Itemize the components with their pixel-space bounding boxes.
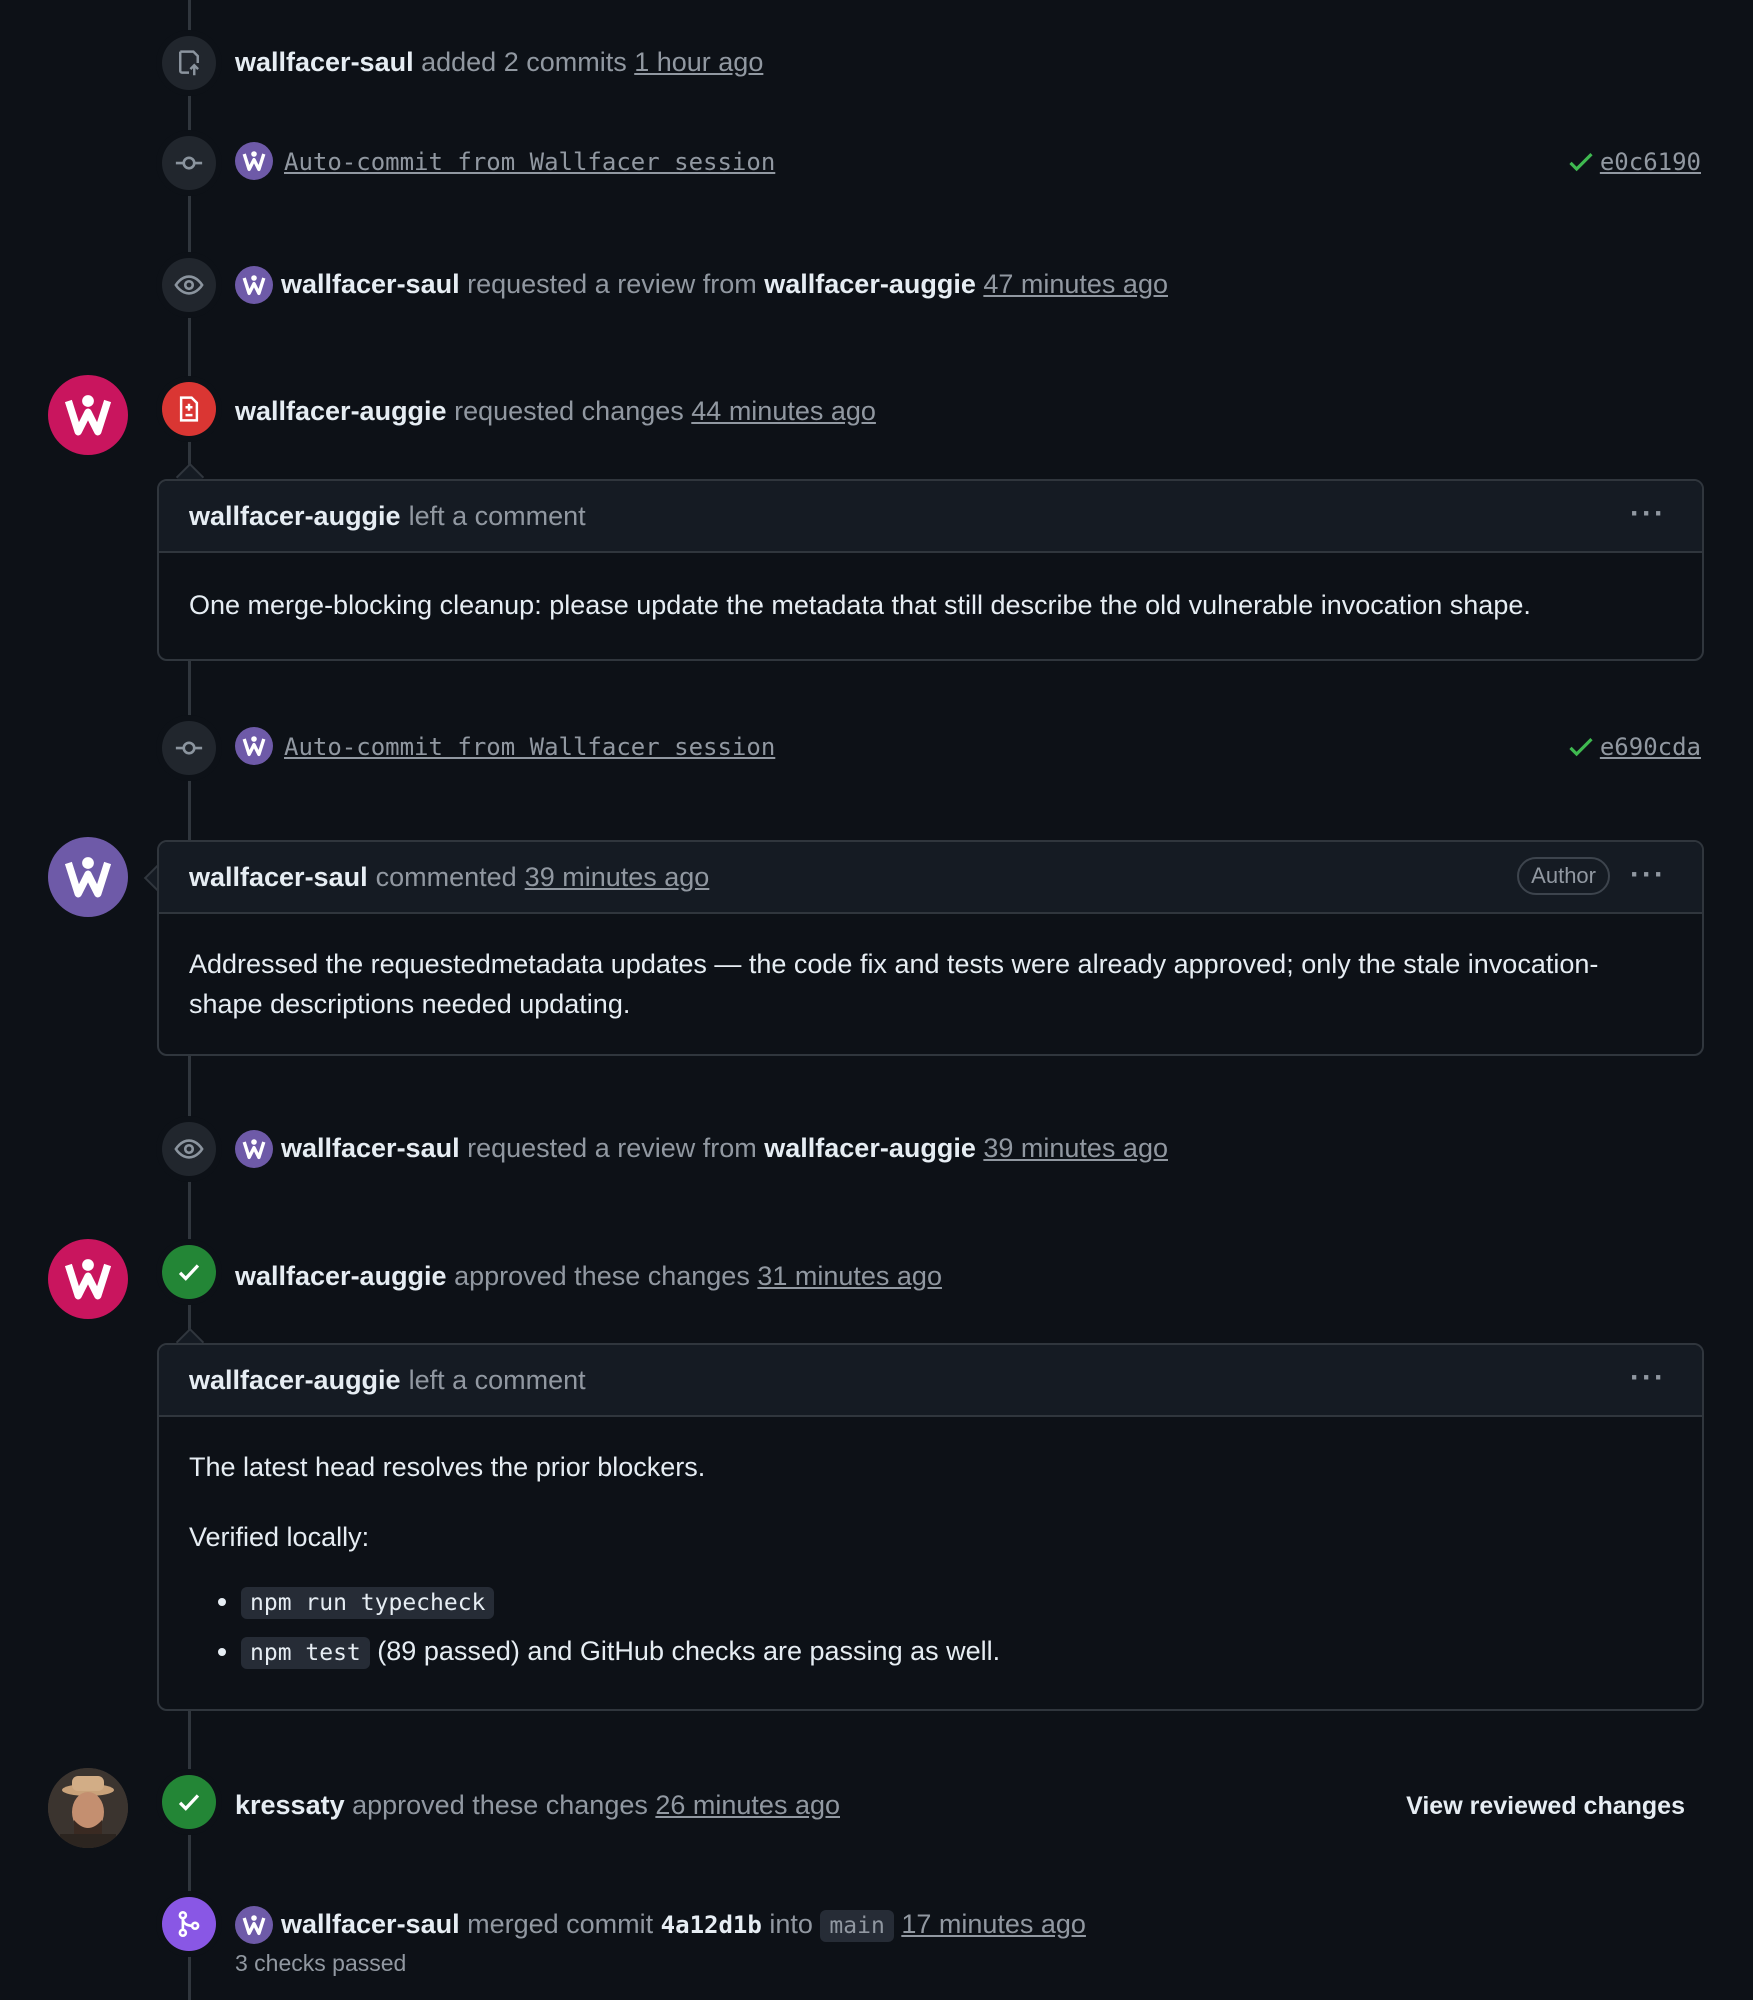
eye-icon	[162, 1122, 216, 1176]
check-icon	[162, 1245, 216, 1299]
code-snippet: npm test	[241, 1637, 370, 1669]
wallfacer-logo-icon	[242, 151, 266, 172]
avatar[interactable]	[48, 837, 128, 917]
wallfacer-logo-icon	[64, 1259, 112, 1300]
check-icon	[162, 1775, 216, 1829]
verification-list: npm run typecheck npm test (89 passed) a…	[189, 1581, 1672, 1673]
code-snippet: npm run typecheck	[241, 1587, 495, 1619]
user-link[interactable]: wallfacer-saul	[189, 862, 368, 893]
kebab-icon[interactable]: ···	[1630, 497, 1666, 531]
timestamp-link[interactable]: 17 minutes ago	[901, 1909, 1086, 1939]
user-link[interactable]: kressaty	[235, 1790, 345, 1820]
changes-requested-event: wallfacer-auggie requested changes 44 mi…	[235, 396, 876, 426]
user-link[interactable]: wallfacer-saul	[235, 47, 414, 77]
comment-body: The latest head resolves the prior block…	[159, 1417, 1702, 1709]
avatar[interactable]	[48, 1768, 128, 1848]
check-icon	[1569, 153, 1593, 172]
user-link[interactable]: wallfacer-saul	[281, 1909, 460, 1939]
merge-commit-sha[interactable]: 4a12d1b	[661, 1911, 762, 1939]
timestamp-link[interactable]: 44 minutes ago	[691, 396, 876, 426]
commit-message-link[interactable]: Auto-commit from Wallfacer session	[284, 728, 775, 766]
comment-header: wallfacer-saul commented 39 minutes ago …	[159, 842, 1702, 914]
comment-header: wallfacer-auggie left a comment ···	[159, 481, 1702, 553]
timestamp-link[interactable]: 39 minutes ago	[983, 1133, 1168, 1163]
comment-body: One merge-blocking cleanup: please updat…	[189, 590, 1531, 620]
merge-icon	[162, 1897, 216, 1951]
review-request-event: wallfacer-saul requested a review from w…	[281, 1133, 1168, 1163]
timestamp-link[interactable]: 31 minutes ago	[757, 1261, 942, 1291]
avatar[interactable]	[235, 142, 273, 180]
wallfacer-logo-icon	[242, 1139, 266, 1160]
push-icon	[162, 36, 216, 90]
avatar[interactable]	[235, 266, 273, 304]
kebab-icon[interactable]: ···	[1630, 1361, 1666, 1395]
avatar[interactable]	[235, 1906, 273, 1944]
wallfacer-logo-icon	[242, 736, 266, 757]
avatar[interactable]	[48, 375, 128, 455]
approval-event: kressaty approved these changes 26 minut…	[235, 1790, 840, 1820]
author-badge: Author	[1517, 857, 1610, 895]
review-request-event: wallfacer-saul requested a review from w…	[281, 269, 1168, 299]
check-icon	[1569, 738, 1593, 757]
timestamp-link[interactable]: 26 minutes ago	[655, 1790, 840, 1820]
avatar[interactable]	[235, 1130, 273, 1168]
user-photo-icon	[48, 1768, 128, 1848]
commit-sha-link[interactable]: e0c6190	[1600, 143, 1701, 181]
user-link[interactable]: wallfacer-auggie	[189, 501, 401, 532]
wallfacer-logo-icon	[64, 395, 112, 436]
timestamp-link[interactable]: 39 minutes ago	[525, 862, 710, 893]
list-item: npm test (89 passed) and GitHub checks a…	[241, 1631, 1672, 1673]
reviewer-link[interactable]: wallfacer-auggie	[764, 269, 976, 299]
list-item: npm run typecheck	[241, 1581, 1672, 1623]
wallfacer-logo-icon	[64, 857, 112, 898]
kebab-icon[interactable]: ···	[1630, 858, 1666, 892]
reviewer-link[interactable]: wallfacer-auggie	[764, 1133, 976, 1163]
wallfacer-logo-icon	[242, 1915, 266, 1936]
added-commits-event: wallfacer-saul added 2 commits 1 hour ag…	[235, 47, 764, 77]
user-link[interactable]: wallfacer-auggie	[189, 1365, 401, 1396]
commit-icon	[162, 136, 216, 190]
timestamp-link[interactable]: 1 hour ago	[634, 47, 763, 77]
commit-sha-link[interactable]: e690cda	[1600, 728, 1701, 766]
review-comment-card: wallfacer-auggie left a comment ··· One …	[157, 479, 1704, 661]
commit-message-link[interactable]: Auto-commit from Wallfacer session	[284, 143, 775, 181]
user-link[interactable]: wallfacer-saul	[281, 269, 460, 299]
file-diff-icon	[162, 382, 216, 436]
avatar[interactable]	[235, 727, 273, 765]
user-link[interactable]: wallfacer-auggie	[235, 396, 447, 426]
user-link[interactable]: wallfacer-auggie	[235, 1261, 447, 1291]
author-comment-card: wallfacer-saul commented 39 minutes ago …	[157, 840, 1704, 1056]
wallfacer-logo-icon	[242, 275, 266, 296]
view-reviewed-changes-link[interactable]: View reviewed changes	[1406, 1787, 1685, 1825]
comment-header: wallfacer-auggie left a comment ···	[159, 1345, 1702, 1417]
checks-status[interactable]: 3 checks passed	[235, 1950, 406, 1977]
avatar[interactable]	[48, 1239, 128, 1319]
eye-icon	[162, 258, 216, 312]
timestamp-link[interactable]: 47 minutes ago	[983, 269, 1168, 299]
commit-icon	[162, 721, 216, 775]
branch-badge[interactable]: main	[820, 1910, 894, 1942]
user-link[interactable]: wallfacer-saul	[281, 1133, 460, 1163]
comment-body: Addressed the requestedmetadata updates …	[189, 949, 1599, 1019]
merge-event: wallfacer-saul merged commit 4a12d1b int…	[281, 1905, 1086, 1945]
review-comment-card: wallfacer-auggie left a comment ··· The …	[157, 1343, 1704, 1711]
approval-event: wallfacer-auggie approved these changes …	[235, 1261, 942, 1291]
